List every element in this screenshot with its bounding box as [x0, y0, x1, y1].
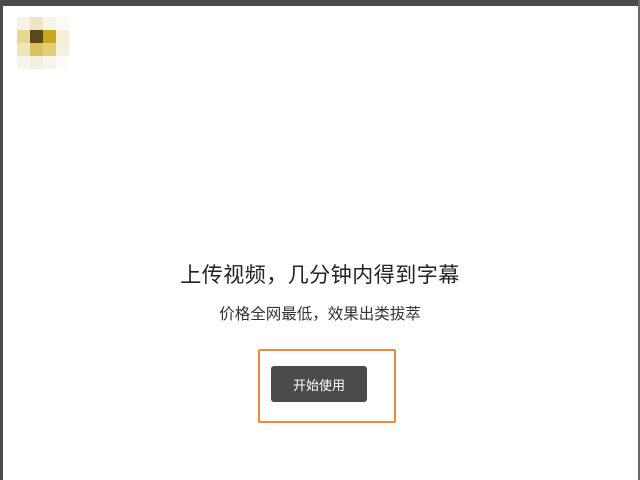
window-top-border	[0, 0, 640, 6]
hero-subtitle: 价格全网最低，效果出类拔萃	[219, 305, 421, 323]
hero-title: 上传视频，几分钟内得到字幕	[180, 263, 460, 287]
blurred-logo-icon	[17, 17, 69, 69]
window-left-border	[0, 0, 3, 480]
start-button[interactable]: 开始使用	[271, 366, 367, 402]
